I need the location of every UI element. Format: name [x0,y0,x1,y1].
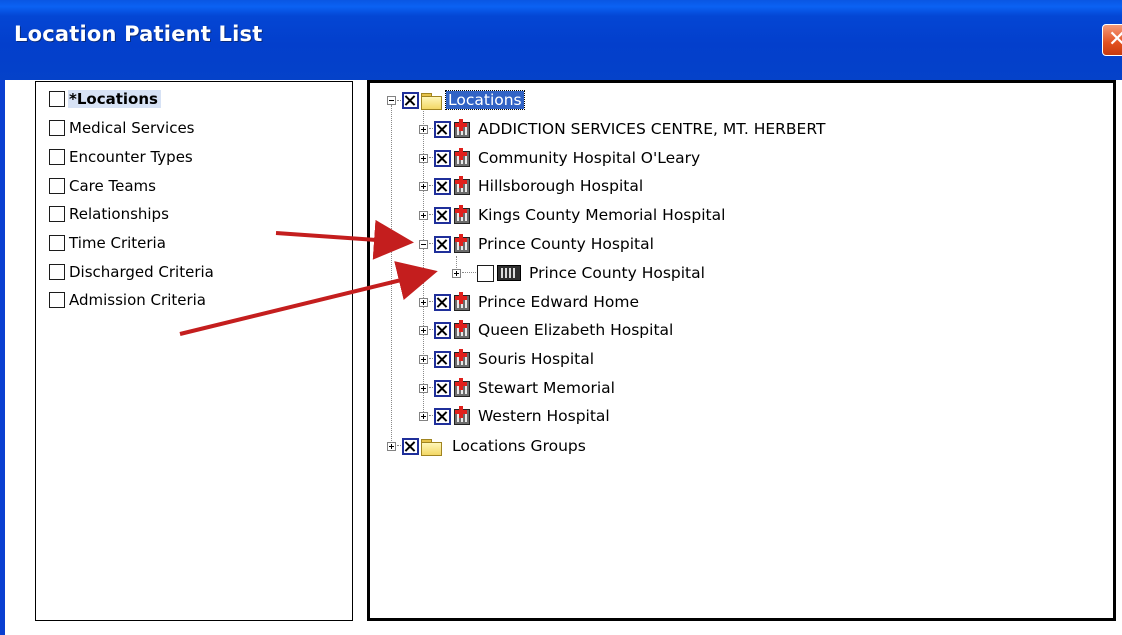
annotation-arrows [179,219,438,336]
annotation-arrow-2 [179,261,438,336]
annotation-arrow-1 [275,219,414,260]
